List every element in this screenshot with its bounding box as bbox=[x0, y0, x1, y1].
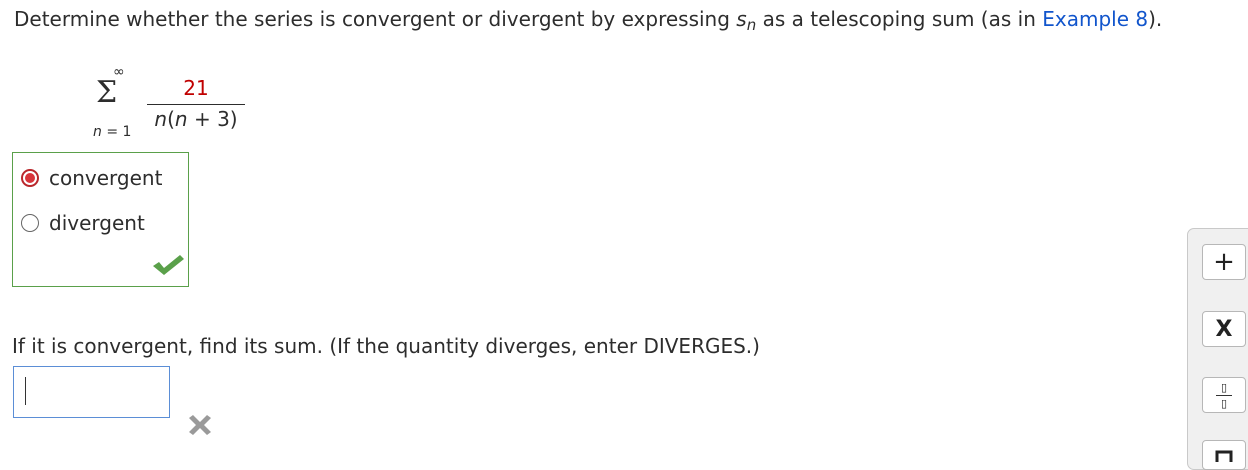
fraction-button[interactable]: ▯ ▯ bbox=[1202, 377, 1246, 413]
index-start: = 1 bbox=[101, 124, 132, 140]
fraction-button-bar bbox=[1216, 394, 1232, 396]
question-text-end: ). bbox=[1148, 7, 1163, 31]
fraction-bar bbox=[147, 104, 245, 105]
sn-variable: s bbox=[736, 7, 747, 31]
correct-checkmark-icon bbox=[153, 255, 184, 275]
example-8-link[interactable]: Example 8 bbox=[1042, 7, 1148, 31]
fraction-numerator: 21 bbox=[183, 76, 209, 100]
den-var: n bbox=[154, 107, 168, 131]
radio-convergent-selected[interactable] bbox=[21, 169, 39, 187]
den-var: n bbox=[174, 107, 188, 131]
sigma-symbol: Σ bbox=[96, 75, 118, 110]
question-text-part: as a telescoping sum (as in bbox=[756, 7, 1043, 31]
fraction-denominator: n(n + 3) bbox=[147, 107, 245, 131]
palette-partial-button[interactable] bbox=[1202, 440, 1246, 470]
option-convergent[interactable]: convergent bbox=[21, 166, 162, 190]
incorrect-x-icon bbox=[189, 415, 211, 435]
fraction-top-box: ▯ bbox=[1220, 380, 1228, 394]
question-text: Determine whether the series is converge… bbox=[14, 7, 1163, 34]
question-text-part: Determine whether the series is converge… bbox=[14, 7, 737, 31]
fraction-bottom-box: ▯ bbox=[1220, 396, 1228, 410]
sn-subscript: n bbox=[746, 16, 757, 34]
times-button[interactable]: X bbox=[1202, 311, 1246, 347]
index-variable: n bbox=[93, 124, 102, 140]
bracket-icon bbox=[1215, 450, 1233, 462]
option-divergent[interactable]: divergent bbox=[21, 211, 145, 235]
den-rest: + 3) bbox=[187, 107, 238, 131]
sum-lower-limit: n = 1 bbox=[93, 124, 131, 140]
option-label: divergent bbox=[49, 211, 145, 235]
den-paren: ( bbox=[167, 107, 175, 131]
sum-answer-input[interactable] bbox=[13, 366, 170, 418]
radio-divergent[interactable] bbox=[21, 214, 39, 232]
option-label: convergent bbox=[49, 166, 163, 190]
text-cursor bbox=[25, 377, 26, 405]
plus-button[interactable]: + bbox=[1202, 244, 1246, 280]
question2-text: If it is convergent, find its sum. (If t… bbox=[12, 334, 760, 358]
